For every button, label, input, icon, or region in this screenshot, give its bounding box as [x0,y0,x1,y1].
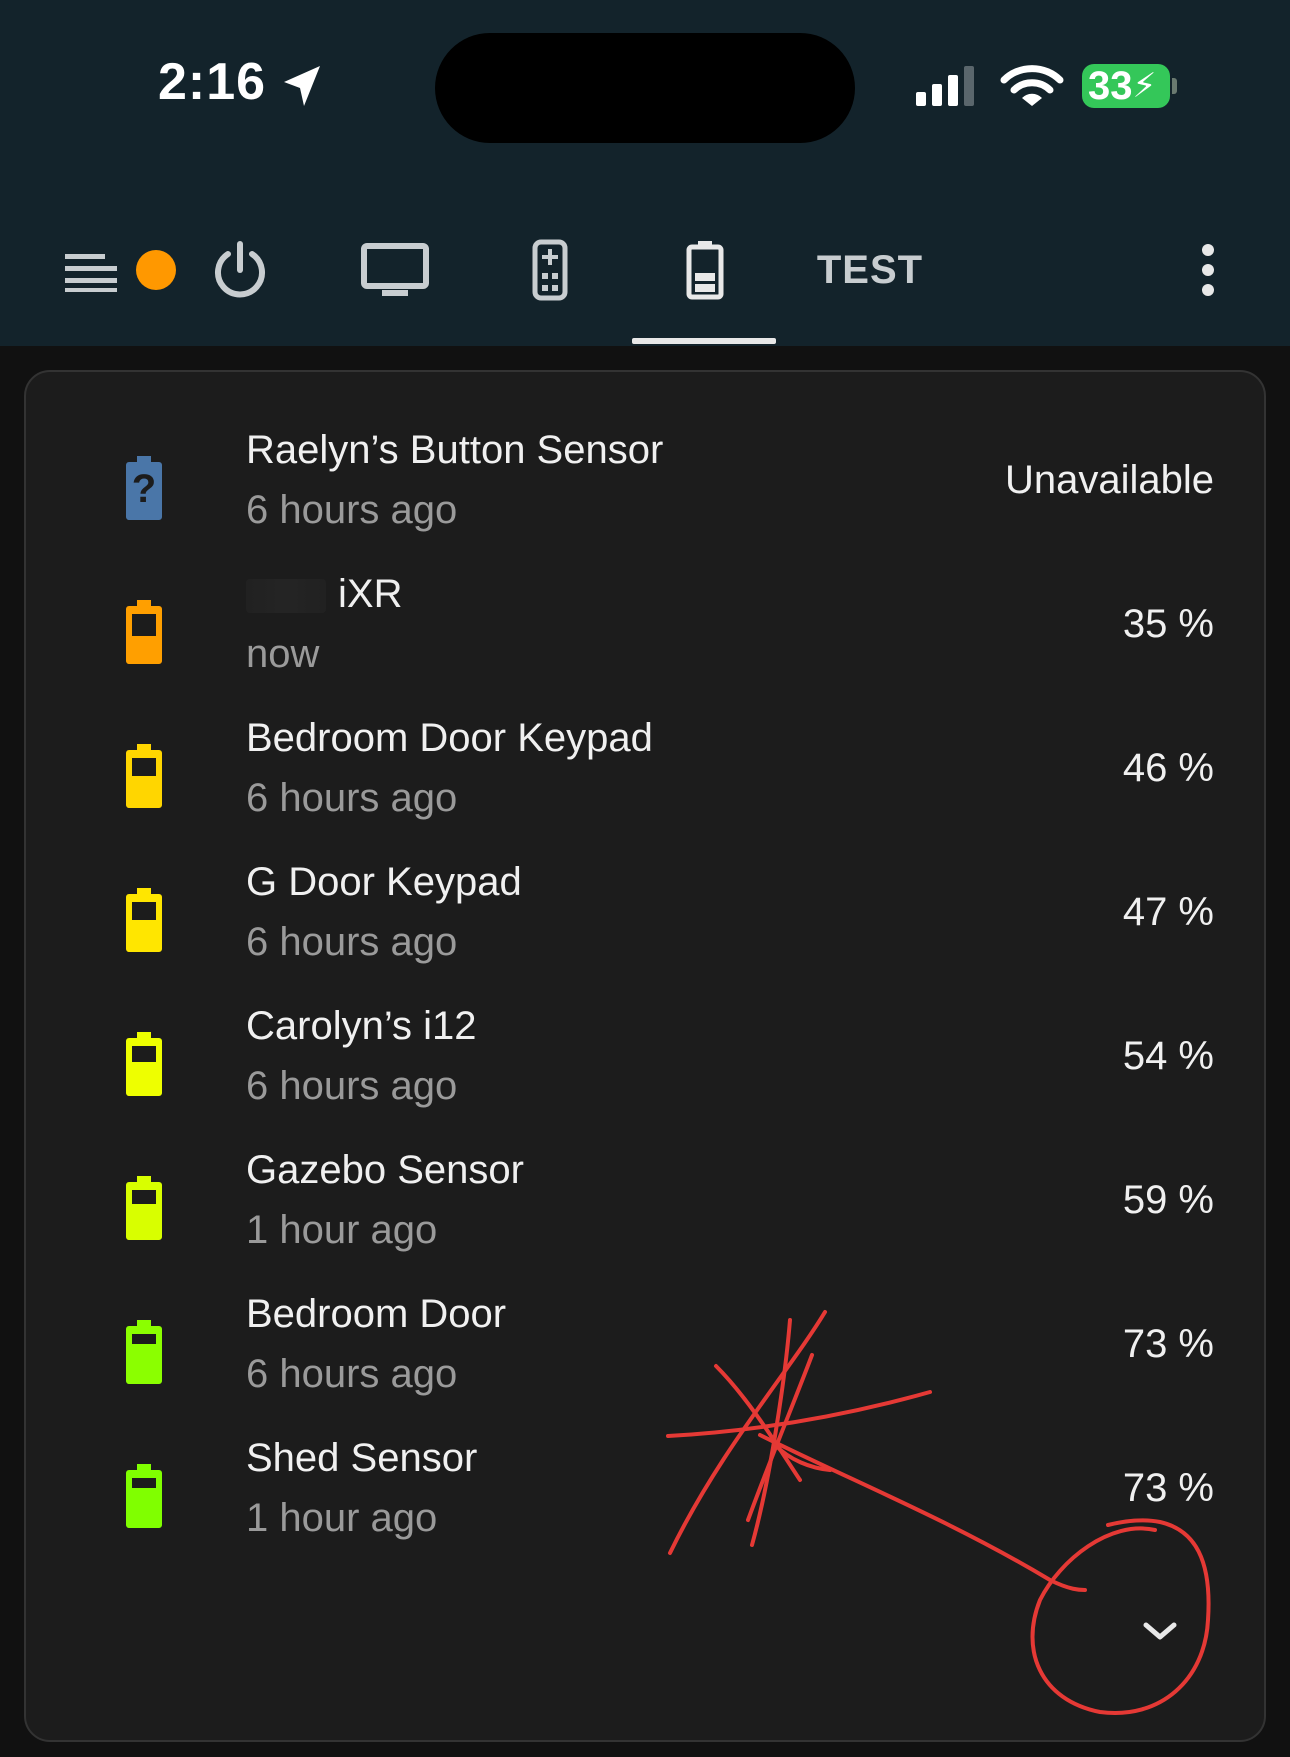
entity-state: 35 % [1122,602,1214,646]
overflow-menu-button[interactable] [1190,220,1226,320]
entity-row[interactable]: Carolyn’s i12 6 hours ago 54 % [26,998,1264,1128]
entity-name: Gazebo Sensor [246,1148,524,1192]
battery-tip [1172,78,1177,94]
entity-row[interactable]: ? Raelyn’s Button Sensor 6 hours ago Una… [26,422,1264,552]
battery-icon [126,600,162,664]
entity-last-changed: 1 hour ago [246,1496,438,1540]
location-arrow-icon [284,66,320,106]
entity-name: Carolyn’s i12 [246,1004,477,1048]
entity-state: 54 % [1122,1034,1214,1078]
entity-state: 47 % [1122,890,1214,934]
battery-status-indicator: 33⚡︎ [1082,64,1170,108]
charging-bolt-icon: ⚡︎ [1132,67,1157,105]
entity-name: Bedroom Door [246,1292,507,1336]
menu-button[interactable] [46,220,176,320]
chevron-down-icon [1143,1622,1177,1640]
entity-name: G Door Keypad [246,860,522,904]
entity-name: Shed Sensor [246,1436,478,1480]
entity-state: 46 % [1122,746,1214,790]
battery-icon [126,1464,162,1528]
more-vertical-icon [1202,244,1214,296]
dynamic-island [435,33,855,143]
cellular-signal-icon [916,66,974,106]
battery-icon [126,744,162,808]
svg-text:?: ? [132,467,156,511]
entity-name: Raelyn’s Button Sensor [246,428,664,472]
entity-row[interactable]: Bedroom Door Keypad 6 hours ago 46 % [26,710,1264,840]
battery-icon [126,888,162,952]
entity-last-changed: 6 hours ago [246,1064,458,1108]
entity-row[interactable]: Shed Sensor 1 hour ago 73 % [26,1430,1264,1560]
entity-state: 59 % [1122,1178,1214,1222]
notification-dot [136,250,176,290]
entity-last-changed: now [246,632,320,676]
entity-row[interactable]: iXR now 35 % [26,566,1264,696]
dashboard-toolbar: TEST [0,190,1290,346]
remote-icon [532,239,568,301]
status-bar: 2:16 33⚡︎ [0,0,1290,190]
menu-icon [65,254,117,292]
entity-row[interactable]: G Door Keypad 6 hours ago 47 % [26,854,1264,984]
battery-icon [686,241,724,300]
battery-entities-card: ? Raelyn’s Button Sensor 6 hours ago Una… [24,370,1266,1742]
tab-power[interactable] [200,220,280,320]
tab-tv[interactable] [352,220,438,320]
battery-icon [126,1176,162,1240]
power-icon [215,241,265,298]
entity-last-changed: 6 hours ago [246,488,458,532]
battery-icon [126,1320,162,1384]
expand-button[interactable] [1130,1610,1190,1654]
redacted-text [246,579,326,614]
battery-level: 33 [1088,64,1133,108]
entity-name: Bedroom Door Keypad [246,716,653,760]
entity-row[interactable]: Bedroom Door 6 hours ago 73 % [26,1286,1264,1416]
entity-state: 73 % [1122,1466,1214,1510]
entity-last-changed: 6 hours ago [246,920,458,964]
status-time: 2:16 [158,53,267,111]
active-tab-indicator [632,338,776,344]
tab-remote[interactable] [520,220,580,320]
entity-last-changed: 1 hour ago [246,1208,438,1252]
battery-icon [126,1032,162,1096]
battery-unknown-icon: ? [126,456,162,520]
television-icon [361,243,429,296]
entity-name: iXR [246,572,402,617]
entity-last-changed: 6 hours ago [246,776,458,820]
tab-test[interactable]: TEST [810,220,930,320]
entity-state: Unavailable [1004,458,1214,502]
tab-battery[interactable] [670,220,740,320]
entity-last-changed: 6 hours ago [246,1352,458,1396]
wifi-icon [1000,65,1064,106]
entity-state: 73 % [1122,1322,1214,1366]
entity-row[interactable]: Gazebo Sensor 1 hour ago 59 % [26,1142,1264,1272]
